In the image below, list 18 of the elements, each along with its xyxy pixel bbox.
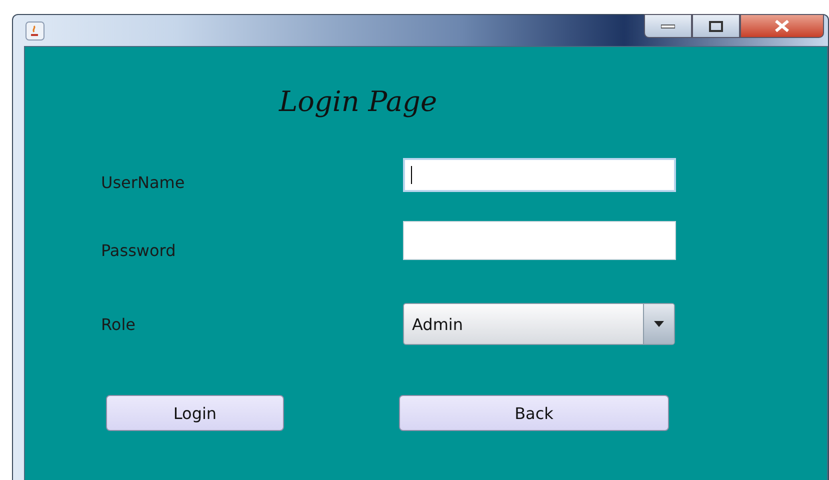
minimize-icon [661,24,675,28]
field-label: Password [101,241,177,260]
back-button[interactable]: Back [399,395,669,431]
close-icon [774,20,790,32]
maximize-button[interactable] [692,14,740,38]
username-field[interactable] [403,158,676,192]
caret-icon [654,321,664,327]
minimize-button[interactable] [644,14,692,38]
maximize-icon [709,20,723,32]
text-cursor [411,166,412,184]
java-cup-icon [25,21,45,41]
field-label: UserName [101,173,186,192]
field-label: Role [101,314,136,334]
login-button[interactable]: Login [106,395,284,431]
password-field[interactable] [403,221,676,260]
role-dropdown[interactable]: Admin [403,303,675,345]
close-button[interactable] [740,14,824,38]
page-heading: Login Page [279,85,438,120]
